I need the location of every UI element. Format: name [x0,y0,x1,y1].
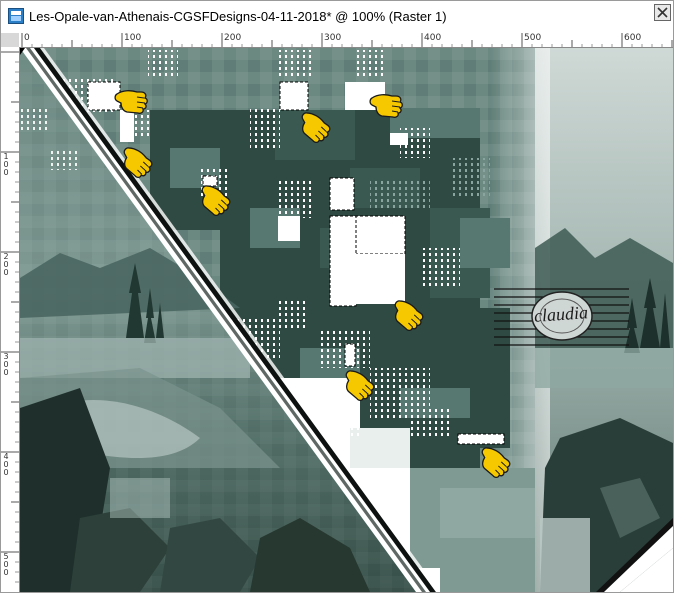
vertical-ruler: 1 0 0 2 0 0 3 0 0 4 0 0 5 0 0 [1,47,20,592]
ruler-label: 500 [524,33,542,43]
ruler-label: 2 0 0 [3,252,9,277]
window-title: Les-Opale-van-Athenais-CGSFDesigns-04-11… [29,9,447,24]
horizontal-ruler: 0 100 200 300 400 500 600 [19,33,673,48]
ruler-corner [1,33,20,48]
image-canvas[interactable]: claudia [20,48,673,592]
ruler-label: 600 [624,33,642,43]
ruler-label: 300 [324,33,342,43]
image-window: Les-Opale-van-Athenais-CGSFDesigns-04-11… [0,0,674,593]
close-button[interactable] [654,4,671,21]
ruler-label: 5 0 0 [3,552,9,577]
ruler-label: 4 0 0 [3,452,9,477]
watermark-logo: claudia [494,283,629,349]
app-icon [8,8,24,24]
ruler-label: 400 [424,33,442,43]
ruler-label: 1 0 0 [3,152,9,177]
watermark-text: claudia [533,302,589,326]
ruler-label: 0 [24,33,30,43]
title-bar[interactable]: Les-Opale-van-Athenais-CGSFDesigns-04-11… [1,1,673,33]
ruler-label: 200 [224,33,242,43]
ruler-label: 100 [124,33,142,43]
close-icon [657,7,668,18]
ruler-label: 3 0 0 [3,352,9,377]
